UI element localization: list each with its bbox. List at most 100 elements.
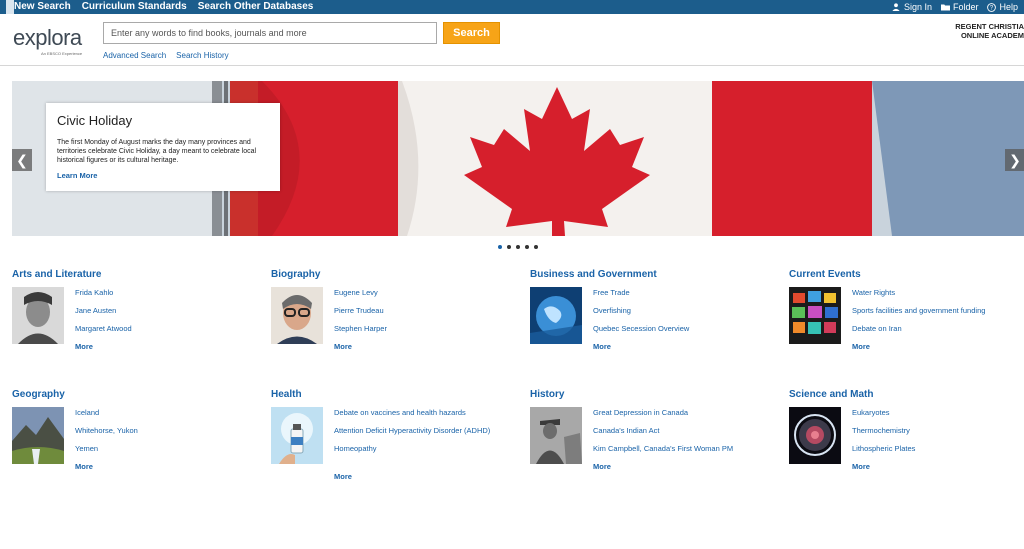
more-link[interactable]: More — [75, 342, 93, 351]
sign-in-link[interactable]: Sign In — [892, 0, 932, 14]
advanced-search-link[interactable]: Advanced Search — [103, 51, 166, 60]
help-icon: ? — [987, 2, 997, 12]
carousel-next-button[interactable]: ❯ — [1005, 149, 1024, 171]
topic-link[interactable]: Eukaryotes — [852, 408, 1024, 417]
hero-info-card: Civic Holiday The first Monday of August… — [46, 103, 280, 191]
topic-link[interactable]: Great Depression in Canada — [593, 408, 769, 417]
topic-link[interactable]: Overfishing — [593, 306, 769, 315]
topic-link[interactable]: Pierre Trudeau — [334, 306, 510, 315]
topic-link[interactable]: Debate on Iran — [852, 324, 1024, 333]
category-title[interactable]: History — [530, 389, 770, 400]
category-thumbnail[interactable] — [530, 287, 582, 344]
help-link[interactable]: ? Help — [987, 0, 1018, 14]
topic-link[interactable]: Yemen — [75, 444, 251, 453]
carousel-indicators — [498, 245, 538, 249]
utility-nav: Sign In Folder ? Help — [892, 0, 1018, 14]
more-link[interactable]: More — [334, 342, 352, 351]
category-links: Eugene Levy Pierre Trudeau Stephen Harpe… — [334, 288, 510, 342]
more-link[interactable]: More — [852, 342, 870, 351]
category-title[interactable]: Arts and Literature — [12, 269, 252, 280]
new-search-link[interactable]: New Search — [14, 0, 71, 14]
carousel-dot[interactable] — [516, 245, 520, 249]
category-links: Great Depression in Canada Canada's Indi… — [593, 408, 769, 462]
category-science-math: Science and Math Eukaryotes Thermochemis… — [789, 389, 1024, 479]
topic-link[interactable]: Debate on vaccines and health hazards — [334, 408, 510, 417]
topic-link[interactable]: Lithospheric Plates — [852, 444, 1024, 453]
curriculum-standards-link[interactable]: Curriculum Standards — [82, 0, 187, 14]
search-history-link[interactable]: Search History — [176, 51, 228, 60]
user-icon — [892, 3, 901, 12]
category-title[interactable]: Health — [271, 389, 511, 400]
folder-link[interactable]: Folder — [940, 0, 979, 14]
header: explora An EBSCO Experience Search Advan… — [0, 14, 1024, 66]
category-title[interactable]: Biography — [271, 269, 511, 280]
help-label: Help — [999, 2, 1018, 12]
category-title[interactable]: Geography — [12, 389, 252, 400]
topic-link[interactable]: Attention Deficit Hyperactivity Disorder… — [334, 426, 510, 435]
category-links: Water Rights Sports facilities and gover… — [852, 288, 1024, 342]
topic-link[interactable]: Canada's Indian Act — [593, 426, 769, 435]
category-arts-literature: Arts and Literature Frida Kahlo Jane Aus… — [12, 269, 252, 359]
topic-link[interactable]: Free Trade — [593, 288, 769, 297]
carousel-prev-button[interactable]: ❮ — [12, 149, 32, 171]
topic-link[interactable]: Eugene Levy — [334, 288, 510, 297]
category-biography: Biography Eugene Levy Pierre Trudeau Ste… — [271, 269, 511, 359]
category-history: History Great Depression in Canada Canad… — [530, 389, 770, 479]
category-current-events: Current Events Water Rights Sports facil… — [789, 269, 1024, 359]
category-thumbnail[interactable] — [12, 407, 64, 464]
carousel-dot[interactable] — [507, 245, 511, 249]
carousel-dot[interactable] — [525, 245, 529, 249]
topic-link[interactable]: Whitehorse, Yukon — [75, 426, 251, 435]
category-thumbnail[interactable] — [789, 407, 841, 464]
topic-link[interactable]: Jane Austen — [75, 306, 251, 315]
category-title[interactable]: Current Events — [789, 269, 1024, 280]
category-thumbnail[interactable] — [271, 407, 323, 464]
category-thumbnail[interactable] — [789, 287, 841, 344]
category-title[interactable]: Science and Math — [789, 389, 1024, 400]
hero-title: Civic Holiday — [57, 113, 133, 128]
learn-more-link[interactable]: Learn More — [57, 171, 97, 180]
more-link[interactable]: More — [593, 462, 611, 471]
topic-link[interactable]: Stephen Harper — [334, 324, 510, 333]
folder-icon — [940, 3, 950, 12]
topic-link[interactable]: Quebec Secession Overview — [593, 324, 769, 333]
topic-link[interactable]: Margaret Atwood — [75, 324, 251, 333]
more-link[interactable]: More — [334, 472, 352, 481]
category-thumbnail[interactable] — [271, 287, 323, 344]
topic-link[interactable]: Water Rights — [852, 288, 1024, 297]
category-geography: Geography Iceland Whitehorse, Yukon Yeme… — [12, 389, 252, 479]
topic-link[interactable]: Iceland — [75, 408, 251, 417]
explora-logo[interactable]: explora An EBSCO Experience — [13, 27, 91, 57]
category-thumbnail[interactable] — [12, 287, 64, 344]
category-business-government: Business and Government Free Trade Overf… — [530, 269, 770, 359]
search-button[interactable]: Search — [443, 22, 500, 44]
more-link[interactable]: More — [75, 462, 93, 471]
institution-line-1: REGENT CHRISTIA — [955, 22, 1024, 31]
topic-link[interactable]: Homeopathy — [334, 444, 510, 453]
topic-link[interactable]: Frida Kahlo — [75, 288, 251, 297]
carousel-dot[interactable] — [534, 245, 538, 249]
category-links: Eukaryotes Thermochemistry Lithospheric … — [852, 408, 1024, 462]
top-navigation-bar: New Search Curriculum Standards Search O… — [0, 0, 1024, 14]
featured-carousel: Civic Holiday The first Monday of August… — [12, 81, 1024, 236]
sign-in-label: Sign In — [903, 2, 932, 12]
category-title[interactable]: Business and Government — [530, 269, 770, 280]
hero-description: The first Monday of August marks the day… — [57, 139, 257, 164]
topic-link[interactable]: Thermochemistry — [852, 426, 1024, 435]
search-links: Advanced Search Search History — [103, 51, 229, 60]
topic-link[interactable]: Sports facilities and government funding — [852, 306, 1024, 315]
logo-subtitle: An EBSCO Experience — [41, 51, 83, 56]
carousel-dot[interactable] — [498, 245, 502, 249]
category-links: Iceland Whitehorse, Yukon Yemen — [75, 408, 251, 462]
category-links: Debate on vaccines and health hazards At… — [334, 408, 510, 462]
tab-indicator — [6, 0, 14, 14]
category-thumbnail[interactable] — [530, 407, 582, 464]
primary-nav: New Search Curriculum Standards Search O… — [14, 0, 313, 14]
more-link[interactable]: More — [852, 462, 870, 471]
logo-wordmark: explora — [13, 25, 82, 50]
more-link[interactable]: More — [593, 342, 611, 351]
topic-link[interactable]: Kim Campbell, Canada's First Woman PM — [593, 444, 769, 453]
search-other-databases-link[interactable]: Search Other Databases — [198, 0, 314, 14]
folder-label: Folder — [952, 2, 979, 12]
search-input[interactable] — [103, 22, 437, 44]
